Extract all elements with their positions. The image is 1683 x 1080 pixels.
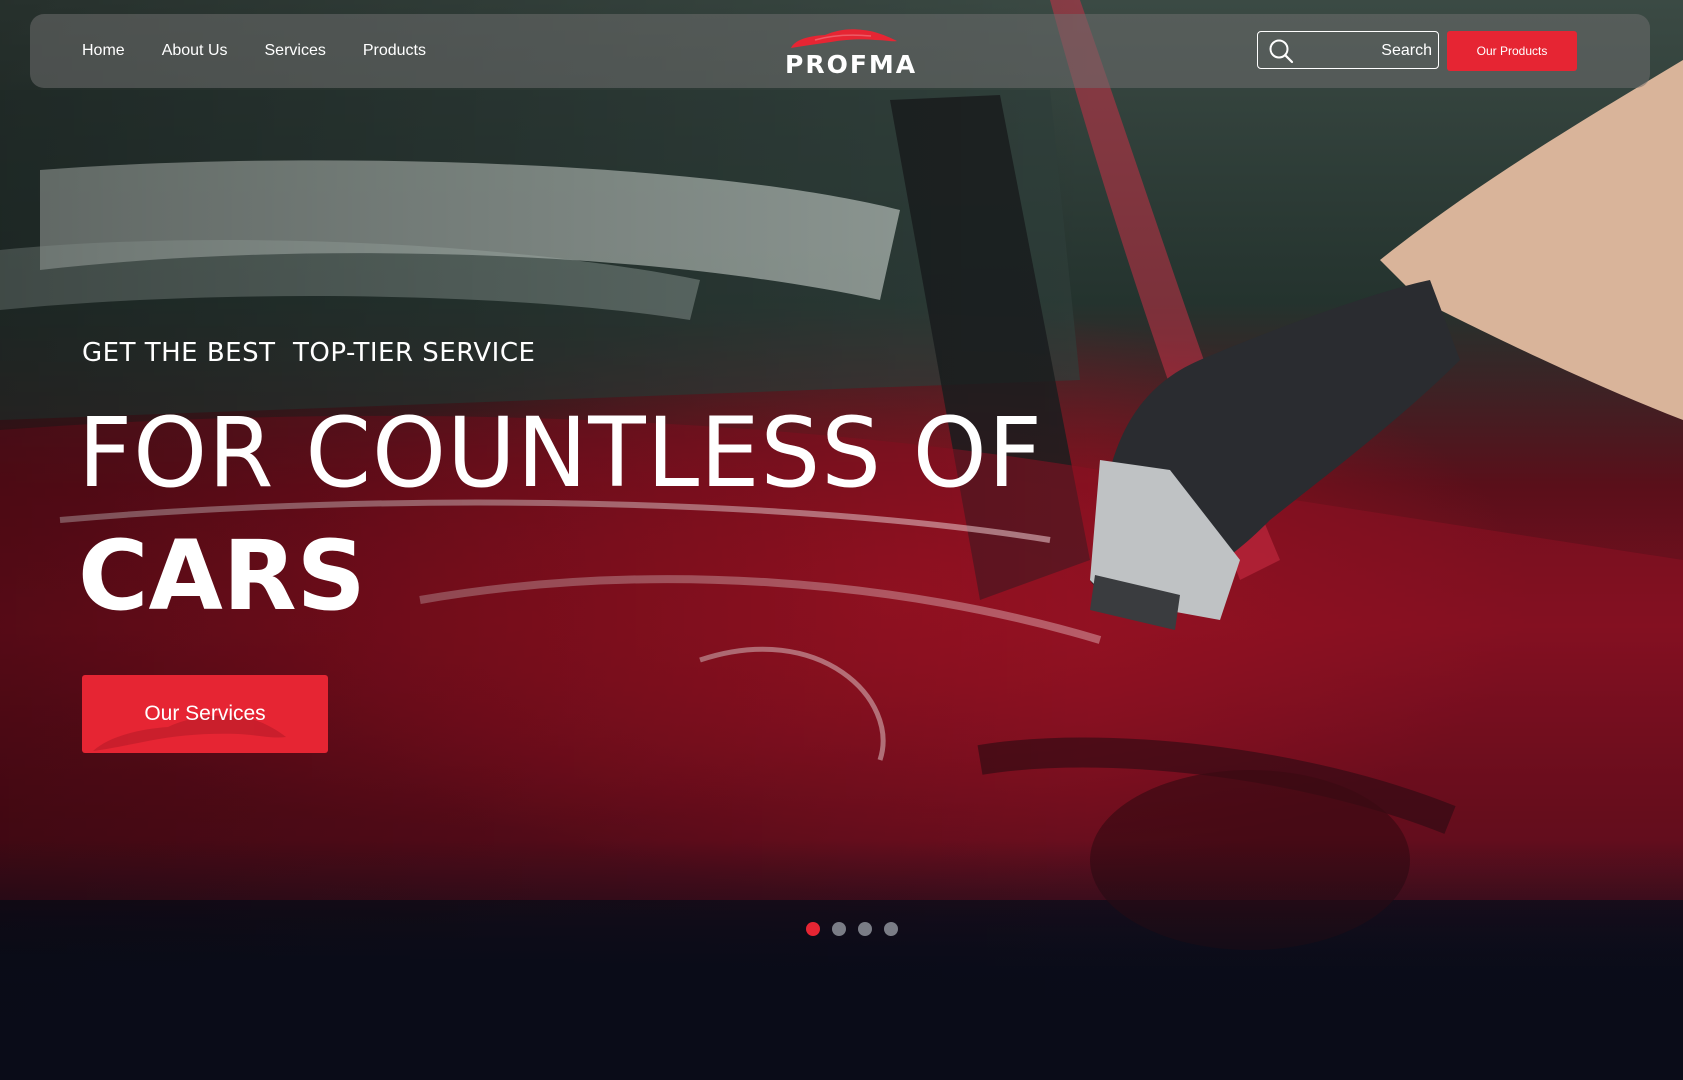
slider-dot-3[interactable] — [858, 922, 872, 936]
slider-dot-4[interactable] — [884, 922, 898, 936]
search-input[interactable] — [1302, 32, 1434, 69]
slider-pagination — [806, 922, 898, 936]
nav-link-services[interactable]: Services — [265, 42, 326, 60]
nav-link-about-us[interactable]: About Us — [162, 42, 228, 60]
hero-kicker: GET THE BEST TOP-TIER SERVICE — [82, 338, 536, 368]
slider-dot-1[interactable] — [806, 922, 820, 936]
hero-headline-bold: CARS — [78, 520, 366, 632]
nav-link-products[interactable]: Products — [363, 42, 426, 60]
search-box[interactable] — [1257, 31, 1439, 69]
main-nav: Home About Us Services Products — [82, 14, 426, 88]
our-products-button[interactable]: Our Products — [1447, 31, 1577, 71]
our-services-button[interactable]: Our Services — [82, 675, 328, 753]
search-icon[interactable] — [1268, 38, 1294, 64]
our-services-label: Our Services — [144, 702, 266, 725]
hero-headline-light: FOR COUNTLESS OF — [78, 397, 1043, 509]
car-logo-icon — [791, 29, 897, 48]
brand-logo[interactable]: PROFMA — [785, 26, 918, 79]
nav-link-home[interactable]: Home — [82, 42, 125, 60]
brand-name: PROFMA — [785, 50, 918, 79]
hero-bottom-fade — [0, 840, 1683, 1080]
slider-dot-2[interactable] — [832, 922, 846, 936]
top-navbar: Home About Us Services Products PROFMA O… — [30, 14, 1650, 88]
